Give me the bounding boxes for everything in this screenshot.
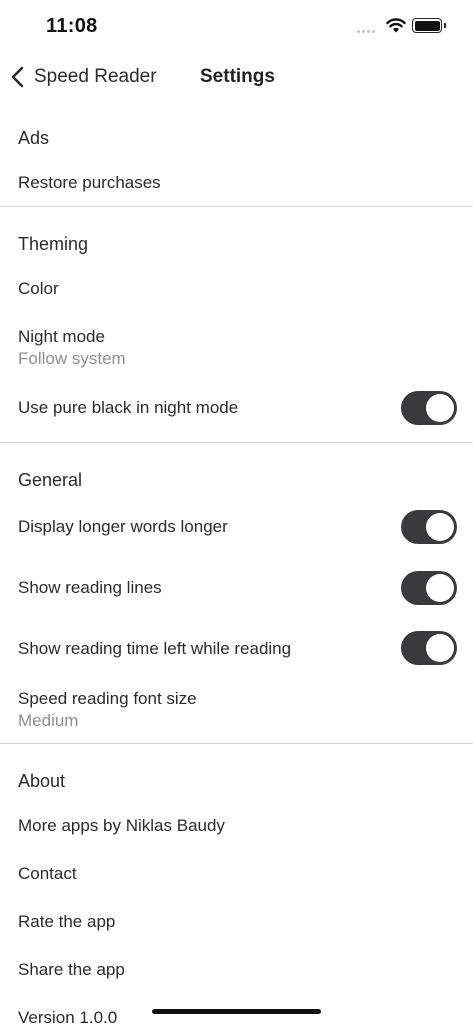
version-label: Version 1.0.0 (18, 1008, 118, 1027)
share-app-label: Share the app (18, 960, 125, 979)
rate-app-item[interactable]: Rate the app (0, 901, 473, 943)
contact-item[interactable]: Contact (0, 853, 473, 895)
more-apps-label: More apps by Niklas Baudy (18, 816, 225, 835)
pure-black-toggle[interactable] (401, 391, 457, 425)
battery-icon (412, 18, 446, 33)
night-mode-item[interactable]: Night mode Follow system (0, 316, 473, 374)
section-divider (0, 743, 473, 744)
section-header-theming: Theming (18, 234, 89, 254)
contact-label: Contact (18, 864, 77, 883)
longer-words-toggle[interactable] (401, 510, 457, 544)
time-left-label: Show reading time left while reading (18, 639, 292, 658)
font-size-value: Medium (18, 711, 79, 730)
chevron-left-icon (10, 66, 26, 88)
status-bar: 11:08 (0, 0, 473, 54)
time-left-toggle[interactable] (401, 631, 457, 665)
wifi-icon (386, 18, 406, 38)
pure-black-label: Use pure black in night mode (18, 398, 239, 417)
home-indicator[interactable] (152, 1009, 321, 1014)
font-size-item[interactable]: Speed reading font size Medium (0, 678, 473, 736)
page-title: Settings (200, 66, 275, 87)
back-label: Speed Reader (34, 66, 157, 87)
back-button[interactable]: Speed Reader (10, 64, 157, 90)
font-size-label: Speed reading font size (18, 689, 197, 708)
section-header-ads: Ads (18, 128, 50, 148)
navigation-bar: Speed Reader Settings (0, 54, 473, 100)
section-divider (0, 206, 473, 207)
cellular-signal-icon (357, 30, 379, 34)
reading-lines-label: Show reading lines (18, 578, 162, 597)
rate-app-label: Rate the app (18, 912, 116, 931)
color-label: Color (18, 279, 59, 298)
pure-black-item: Use pure black in night mode (0, 386, 473, 430)
share-app-item[interactable]: Share the app (0, 949, 473, 991)
restore-purchases-item[interactable]: Restore purchases (0, 163, 473, 203)
more-apps-item[interactable]: More apps by Niklas Baudy (0, 805, 473, 847)
reading-lines-item: Show reading lines (0, 566, 473, 610)
reading-lines-toggle[interactable] (401, 571, 457, 605)
color-item[interactable]: Color (0, 268, 473, 310)
night-mode-value: Follow system (18, 349, 126, 368)
longer-words-item: Display longer words longer (0, 505, 473, 549)
time-left-item: Show reading time left while reading (0, 627, 473, 671)
longer-words-label: Display longer words longer (18, 517, 228, 536)
restore-purchases-label: Restore purchases (18, 173, 161, 192)
night-mode-label: Night mode (18, 327, 105, 346)
section-header-about: About (18, 771, 66, 791)
status-time: 11:08 (46, 15, 98, 37)
section-header-general: General (18, 470, 83, 490)
section-divider (0, 442, 473, 443)
